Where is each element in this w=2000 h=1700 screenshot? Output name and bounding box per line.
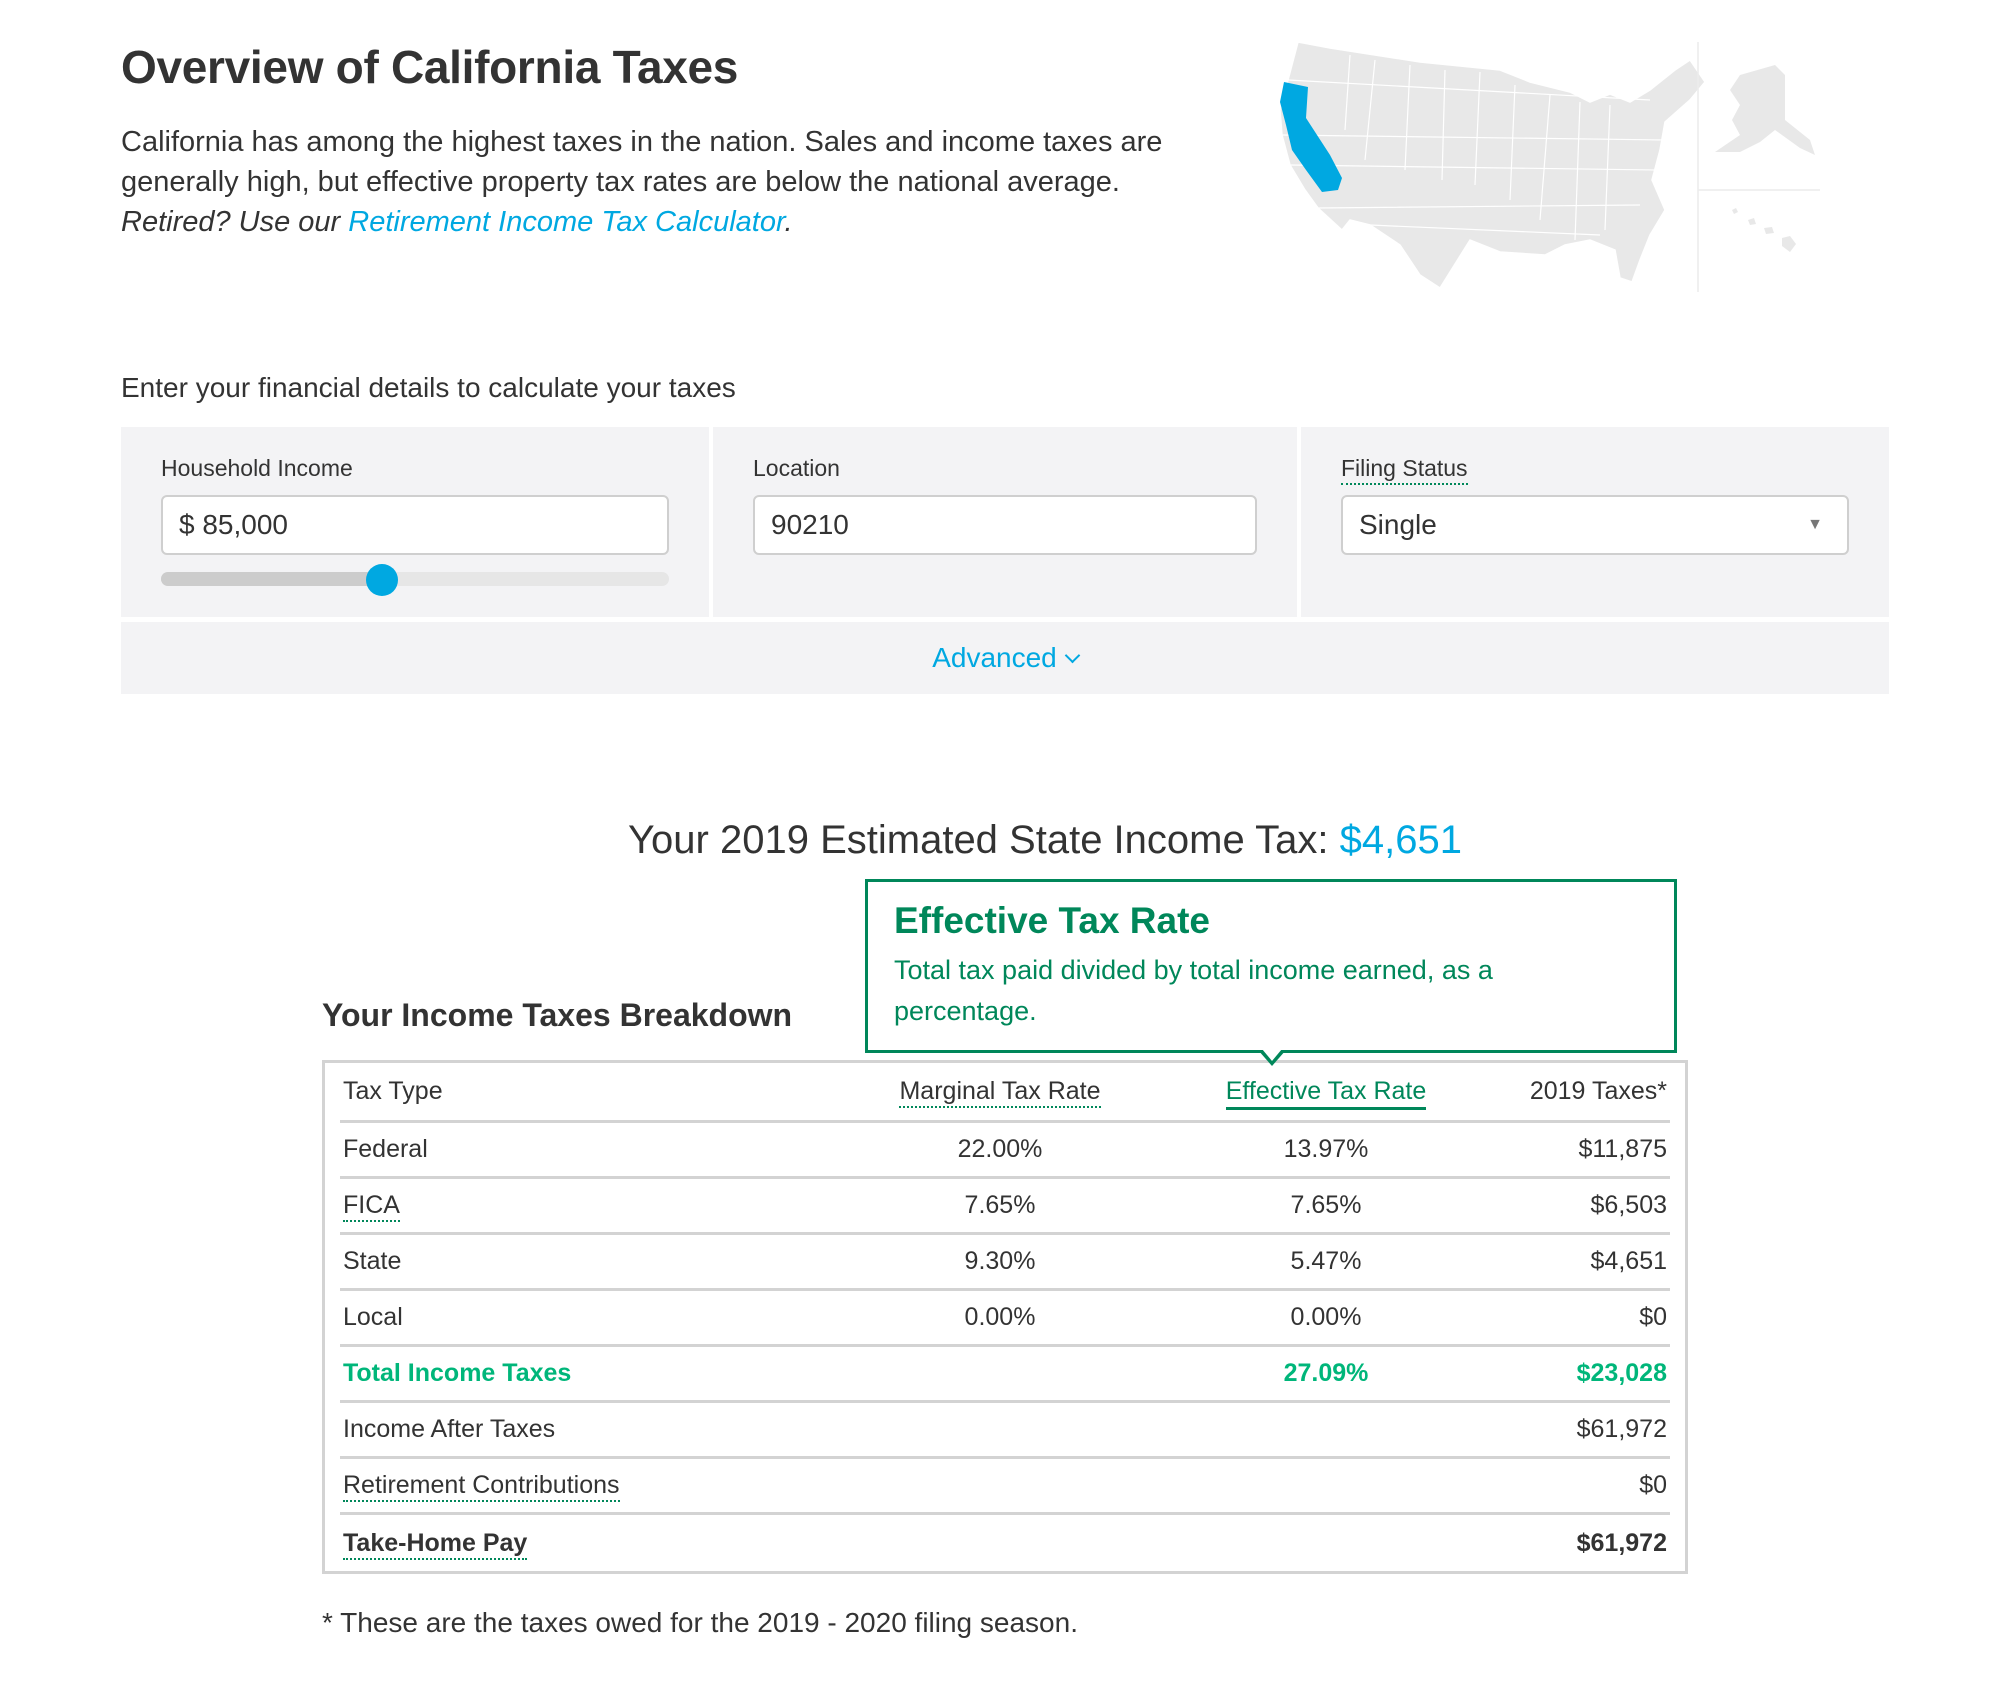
filing-status-select[interactable]: Single ▼ [1341,495,1849,555]
page-title: Overview of California Taxes [121,41,739,93]
total-effective: 27.09% [1283,1359,1369,1387]
intro-text: California has among the highest taxes i… [121,126,1163,198]
us-map [1279,41,1820,292]
retirement-contributions-row: Retirement Contributions $0 [340,1459,1670,1515]
row-type-fica[interactable]: FICA [343,1191,400,1222]
map-contiguous-us[interactable] [1279,41,1706,290]
location-panel: Location 90210 [713,427,1297,617]
retirement-calculator-link[interactable]: Retirement Income Tax Calculator [348,206,784,238]
income-after-taxes-row: Income After Taxes $61,972 [340,1403,1670,1459]
tooltip-title: Effective Tax Rate [894,900,1210,941]
row-taxes: $4,651 [1590,1247,1667,1275]
advanced-label: Advanced [932,642,1057,673]
take-home-pay-value: $61,972 [1576,1528,1667,1557]
tooltip-body: Total tax paid divided by total income e… [894,955,1493,1026]
row-effective: 5.47% [1290,1247,1362,1275]
estimate-label: Your 2019 Estimated State Income Tax: [628,818,1340,862]
column-header-marginal-rate[interactable]: Marginal Tax Rate [899,1077,1101,1108]
hawaii-shape[interactable] [1732,208,1796,252]
effective-tax-rate-tooltip: Effective Tax Rate Total tax paid divide… [865,879,1677,1053]
row-taxes: $0 [1639,1303,1667,1331]
tooltip-arrow-fill [1262,1049,1282,1061]
row-type: State [343,1247,402,1275]
advanced-toggle[interactable]: Advanced [932,642,1081,674]
table-row: Local 0.00% 0.00% $0 [340,1291,1670,1347]
retired-prompt: Retired? Use our [121,206,349,238]
column-header-taxes: 2019 Taxes* [1529,1077,1667,1105]
income-after-taxes-label: Income After Taxes [343,1415,556,1443]
total-taxes: $23,028 [1576,1359,1667,1387]
footnote: * These are the taxes owed for the 2019 … [322,1607,1078,1638]
table-row: State 9.30% 5.47% $4,651 [340,1235,1670,1291]
take-home-pay-row: Take-Home Pay $61,972 [340,1515,1670,1571]
breakdown-title: Your Income Taxes Breakdown [322,997,793,1033]
filing-status-label[interactable]: Filing Status [1341,455,1468,485]
location-input[interactable]: 90210 [753,495,1257,555]
advanced-bar: Advanced [121,622,1889,694]
filing-status-panel: Filing Status Single ▼ [1301,427,1889,617]
location-label: Location [753,455,840,481]
retirement-contributions-value: $0 [1639,1471,1667,1499]
calculator-prompt: Enter your financial details to calculat… [121,372,736,403]
row-taxes: $11,875 [1578,1135,1667,1163]
income-slider-fill [161,572,382,586]
filing-status-value: Single [1359,509,1437,540]
estimate-amount: $4,651 [1339,818,1462,862]
income-slider-track[interactable] [161,572,669,586]
total-label: Total Income Taxes [343,1359,572,1387]
row-effective: 13.97% [1283,1135,1369,1163]
table-header-row: Tax Type Marginal Tax Rate Effective Tax… [340,1063,1670,1123]
link-suffix: . [784,206,793,238]
row-type: Federal [343,1135,428,1163]
row-effective: 7.65% [1290,1191,1362,1219]
retirement-contributions-label[interactable]: Retirement Contributions [343,1471,620,1502]
row-taxes: $6,503 [1590,1191,1667,1219]
tax-breakdown-table: Tax Type Marginal Tax Rate Effective Tax… [322,1060,1688,1574]
income-input[interactable]: $ 85,000 [161,495,669,555]
take-home-pay-label[interactable]: Take-Home Pay [343,1528,528,1560]
intro-paragraph: California has among the highest taxes i… [121,122,1271,242]
income-after-taxes-value: $61,972 [1576,1415,1667,1443]
table-row: FICA 7.65% 7.65% $6,503 [340,1179,1670,1235]
column-header-tax-type: Tax Type [343,1077,443,1105]
column-header-effective-rate[interactable]: Effective Tax Rate [1225,1077,1427,1110]
alaska-shape[interactable] [1715,65,1815,155]
income-panel: Household Income $ 85,000 [121,427,709,617]
income-label: Household Income [161,455,353,481]
row-type: Local [343,1303,403,1331]
row-effective: 0.00% [1290,1303,1362,1331]
estimated-state-tax: Your 2019 Estimated State Income Tax: $4… [0,818,2000,863]
table-row: Federal 22.00% 13.97% $11,875 [340,1123,1670,1179]
total-income-taxes-row: Total Income Taxes 27.09% $23,028 [340,1347,1670,1403]
chevron-down-icon [1064,647,1081,663]
income-slider-thumb[interactable] [365,564,398,596]
caret-down-icon: ▼ [1807,516,1823,533]
